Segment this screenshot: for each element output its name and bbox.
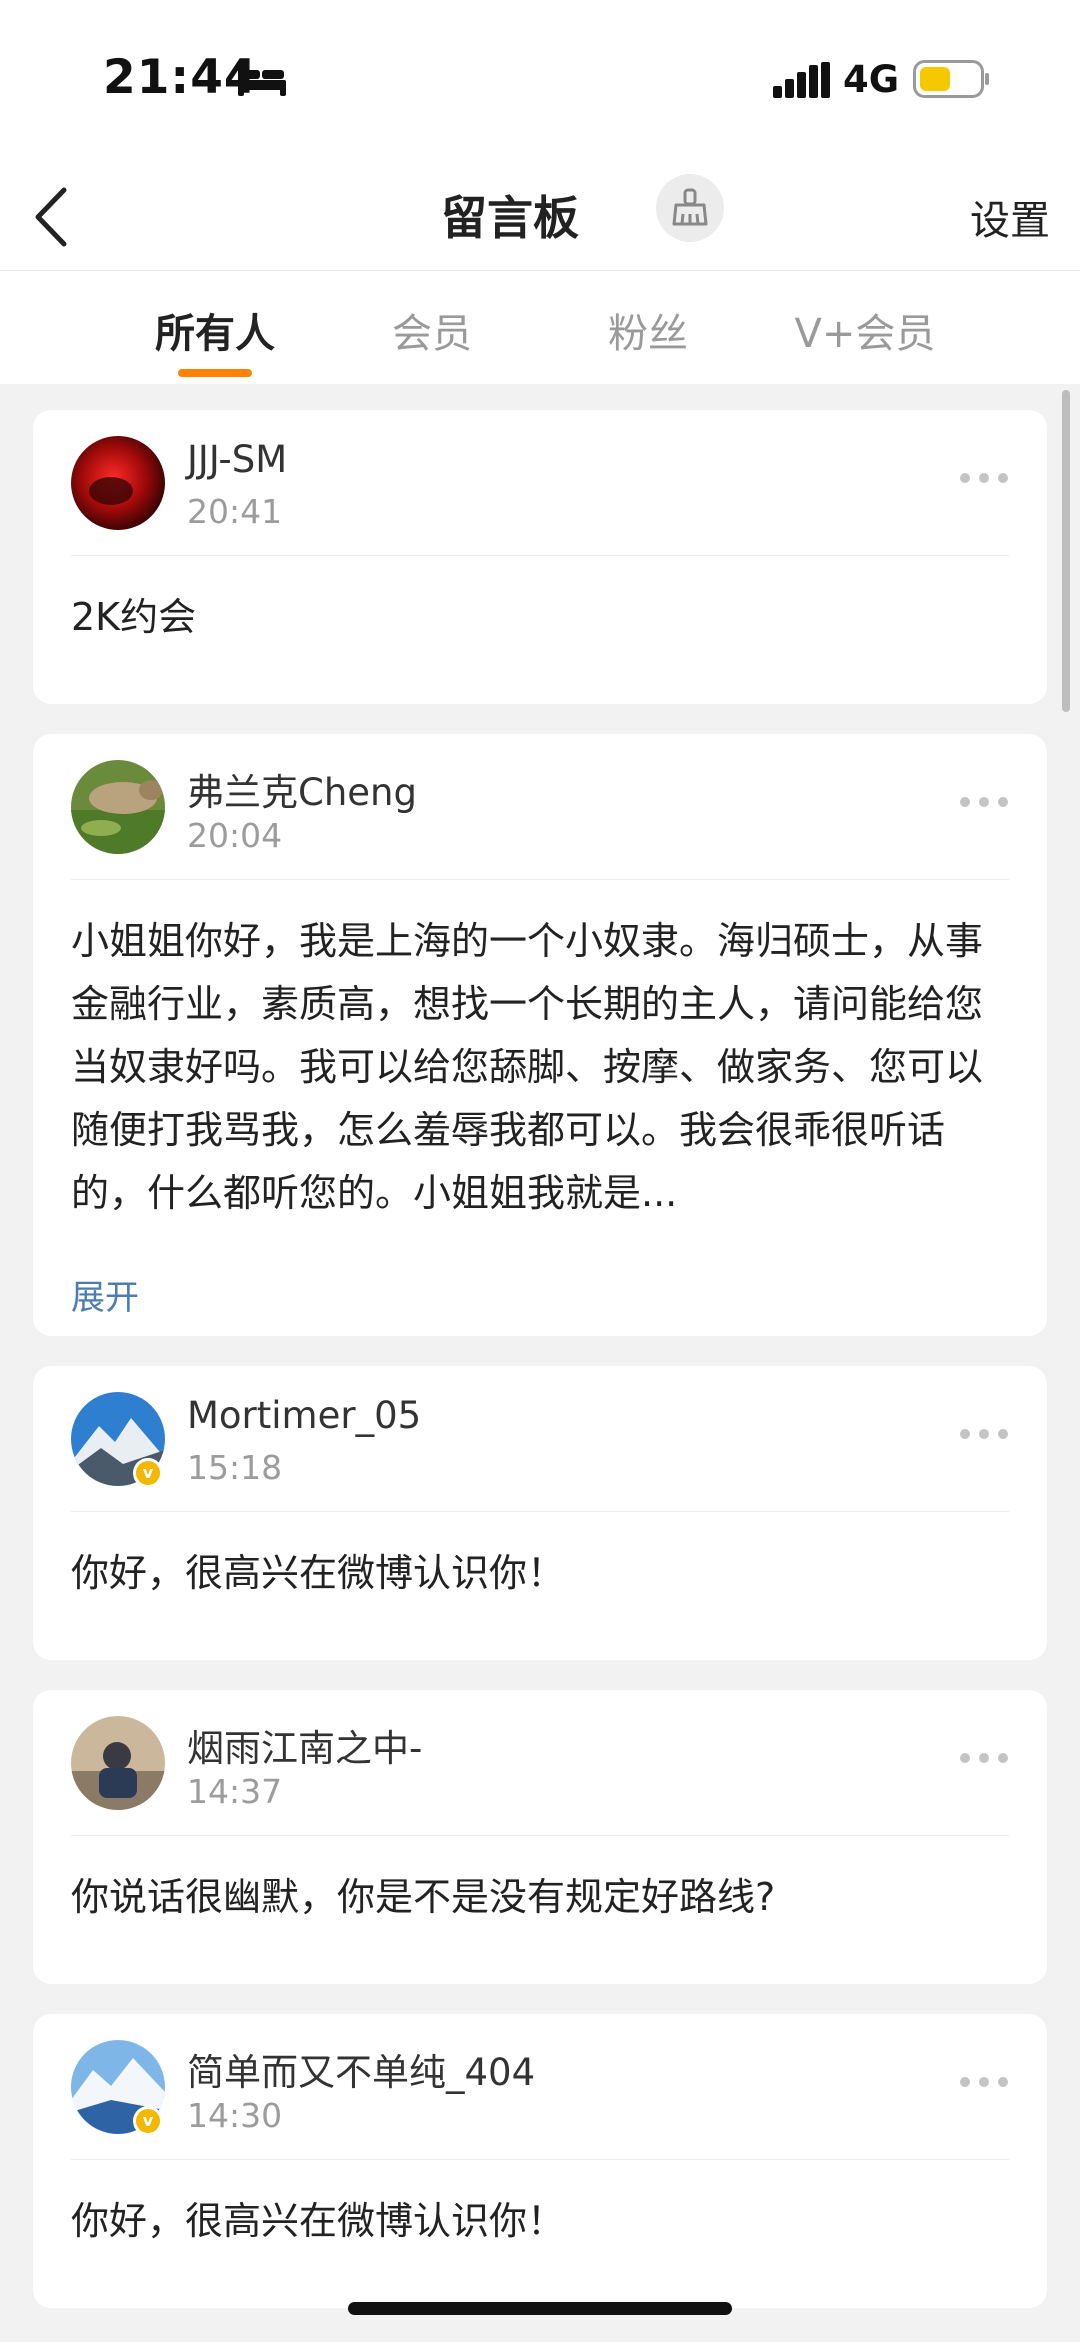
more-icon[interactable] bbox=[957, 470, 1011, 486]
network-label: 4G bbox=[843, 58, 900, 101]
verified-badge-icon: v bbox=[133, 1458, 163, 1488]
broom-icon bbox=[672, 188, 708, 226]
message-text: 你说话很幽默，你是不是没有规定好路线? bbox=[71, 1875, 776, 1919]
message-card: v Mortimer_05 15:18 你好，很高兴在微博认识你！ bbox=[33, 1366, 1047, 1660]
message-card: 弗兰克Cheng 20:04 小姐姐你好，我是上海的一个小奴隶。海归硕士，从事金… bbox=[33, 734, 1047, 1336]
home-indicator[interactable] bbox=[348, 2302, 732, 2315]
divider bbox=[71, 555, 1009, 556]
message-card: JJJ-SM 20:41 2K约会 bbox=[33, 410, 1047, 704]
divider bbox=[71, 879, 1009, 880]
status-bar: 21:44 4G bbox=[0, 0, 1080, 160]
message-text: 你好，很高兴在微博认识你！ bbox=[71, 2199, 566, 2243]
more-icon[interactable] bbox=[957, 1426, 1011, 1442]
username[interactable]: Mortimer_05 bbox=[187, 1394, 421, 1437]
timestamp: 15:18 bbox=[187, 1448, 283, 1487]
divider bbox=[71, 2159, 1009, 2160]
username[interactable]: 烟雨江南之中- bbox=[187, 1718, 422, 1772]
message-text: 你好，很高兴在微博认识你！ bbox=[71, 1551, 566, 1595]
message-text: 2K约会 bbox=[71, 595, 197, 639]
divider bbox=[71, 1835, 1009, 1836]
bed-icon bbox=[238, 66, 286, 96]
nav-bar: 留言板 设置 bbox=[0, 160, 1080, 270]
expand-link[interactable]: 展开 bbox=[71, 1270, 139, 1319]
message-card: v 简单而又不单纯_404 14:30 你好，很高兴在微博认识你！ bbox=[33, 2014, 1047, 2308]
verified-badge-icon: v bbox=[133, 2106, 163, 2136]
clear-button[interactable] bbox=[656, 174, 724, 242]
timestamp: 14:30 bbox=[187, 2096, 283, 2135]
timestamp: 20:41 bbox=[187, 492, 283, 531]
username[interactable]: 弗兰克Cheng bbox=[187, 762, 417, 816]
battery-icon bbox=[913, 60, 989, 98]
tab-members[interactable]: 会员 bbox=[380, 301, 484, 359]
more-icon[interactable] bbox=[957, 1750, 1011, 1766]
timestamp: 20:04 bbox=[187, 816, 283, 855]
more-icon[interactable] bbox=[957, 794, 1011, 810]
status-time: 21:44 bbox=[103, 50, 258, 105]
tab-vplus-members[interactable]: V+会员 bbox=[790, 301, 940, 359]
avatar[interactable] bbox=[71, 1716, 165, 1810]
page-title: 留言板 bbox=[441, 191, 579, 245]
tab-all[interactable]: 所有人 bbox=[150, 301, 280, 359]
message-text: 小姐姐你好，我是上海的一个小奴隶。海归硕士，从事金融行业，素质高，想找一个长期的… bbox=[71, 919, 984, 1215]
signal-icon bbox=[773, 62, 830, 98]
more-icon[interactable] bbox=[957, 2074, 1011, 2090]
username[interactable]: 简单而又不单纯_404 bbox=[187, 2042, 535, 2096]
filter-tabs: 所有人 会员 粉丝 V+会员 bbox=[0, 270, 1080, 384]
avatar[interactable] bbox=[71, 436, 165, 530]
username[interactable]: JJJ-SM bbox=[187, 438, 287, 481]
timestamp: 14:37 bbox=[187, 1772, 283, 1811]
scrollbar[interactable] bbox=[1062, 390, 1070, 712]
active-tab-indicator bbox=[178, 369, 252, 377]
divider bbox=[71, 1511, 1009, 1512]
avatar[interactable] bbox=[71, 760, 165, 854]
settings-button[interactable]: 设置 bbox=[970, 188, 1050, 246]
message-card: 烟雨江南之中- 14:37 你说话很幽默，你是不是没有规定好路线? bbox=[33, 1690, 1047, 1984]
tab-fans[interactable]: 粉丝 bbox=[596, 301, 700, 359]
